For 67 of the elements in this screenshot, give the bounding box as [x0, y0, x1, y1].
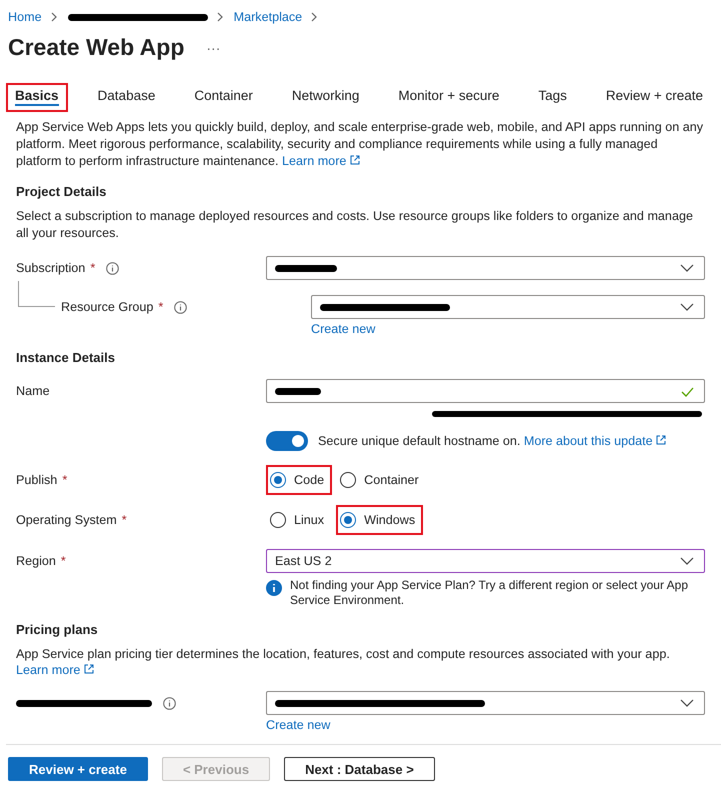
radio-option[interactable]: Windows	[336, 505, 424, 535]
tab[interactable]: Networking	[284, 85, 366, 110]
tree-connector	[18, 281, 55, 307]
create-new-link[interactable]: Create new	[311, 322, 376, 336]
create-new-link[interactable]: Create new	[266, 718, 330, 732]
toggle-switch[interactable]	[266, 431, 308, 451]
field-label: Region	[16, 554, 56, 568]
field-label: Publish	[16, 473, 58, 487]
radio-label[interactable]: Linux	[294, 513, 324, 527]
section-heading: Project Details	[16, 184, 108, 199]
radio-option[interactable]: Linux	[266, 505, 332, 535]
section-heading: Instance Details	[16, 350, 116, 365]
radio-label[interactable]: Container	[364, 473, 419, 487]
radio-option[interactable]: Container	[336, 465, 427, 495]
field-label: Subscription	[16, 261, 86, 275]
toggle-text: Secure unique default hostname on. More about this update	[318, 434, 666, 448]
radio-button[interactable]	[270, 512, 286, 528]
footer-button[interactable]: Review + create	[8, 757, 148, 781]
learn-more-link[interactable]: Learn more	[16, 663, 94, 677]
chevron-down-icon	[680, 303, 694, 311]
section-description: App Service plan pricing tier determines the location, features, cost and compute resources associated with your app.	[16, 646, 671, 663]
required-mark: *	[90, 261, 96, 275]
tab[interactable]: Container	[187, 85, 260, 110]
tab[interactable]: Basics	[8, 85, 66, 110]
external-link-icon	[656, 435, 666, 445]
radio-option[interactable]: Code	[266, 465, 332, 495]
subscription-dropdown[interactable]	[266, 256, 705, 280]
more-about-link[interactable]: More about this update	[524, 434, 666, 448]
tab[interactable]: Tags	[531, 85, 574, 110]
radio-button[interactable]	[270, 472, 286, 488]
chevron-right-icon	[216, 12, 224, 22]
field-label: Resource Group	[61, 300, 154, 314]
chevron-down-icon	[680, 699, 694, 707]
external-link-icon	[84, 664, 94, 674]
chevron-right-icon	[310, 12, 318, 22]
chevron-right-icon	[50, 12, 58, 22]
external-link-icon	[350, 155, 360, 165]
tab[interactable]: Database	[90, 85, 162, 110]
page-title: Create Web App	[8, 34, 184, 61]
radio-button[interactable]	[340, 512, 356, 528]
required-mark: *	[122, 513, 127, 527]
name-input[interactable]	[266, 379, 705, 403]
required-mark: *	[158, 300, 164, 314]
required-mark: *	[62, 473, 68, 487]
resource-group-dropdown[interactable]	[311, 295, 705, 319]
intro-text: App Service Web Apps lets you quickly build, deploy, and scale enterprise-grade web, mobile, and API apps running on any platform. Meet rigorous performance, scalability, security and compliance requirements while using a fully managed platform to perform infrastructure maintenance. Learn more	[16, 119, 704, 170]
radio-button[interactable]	[340, 472, 356, 488]
learn-more-link[interactable]: Learn more	[282, 154, 360, 168]
tab[interactable]: Monitor + secure	[391, 85, 506, 110]
radio-label[interactable]: Windows	[364, 513, 416, 527]
info-icon	[266, 580, 282, 596]
tab[interactable]: Review + create	[598, 85, 710, 110]
breadcrumb-link[interactable]: Marketplace	[234, 10, 302, 24]
more-button[interactable]: ···	[206, 40, 220, 56]
region-dropdown[interactable]: East US 2	[266, 549, 705, 573]
chevron-down-icon	[680, 557, 694, 565]
chevron-down-icon	[680, 264, 694, 272]
section-description: Select a subscription to manage deployed resources and costs. Use resource groups like folders to organize and manage all your resources.	[16, 208, 694, 242]
plan-dropdown[interactable]	[266, 691, 705, 715]
info-note: Not finding your App Service Plan? Try a different region or select your App Service Environment.	[290, 578, 690, 608]
breadcrumb-link[interactable]: Home	[8, 10, 42, 24]
field-label: Operating System	[16, 513, 117, 527]
required-mark: *	[60, 554, 66, 568]
radio-label[interactable]: Code	[294, 473, 324, 487]
field-label: Name	[16, 384, 50, 398]
footer-button[interactable]: Next : Database >	[284, 757, 435, 781]
section-heading: Pricing plans	[16, 622, 99, 637]
